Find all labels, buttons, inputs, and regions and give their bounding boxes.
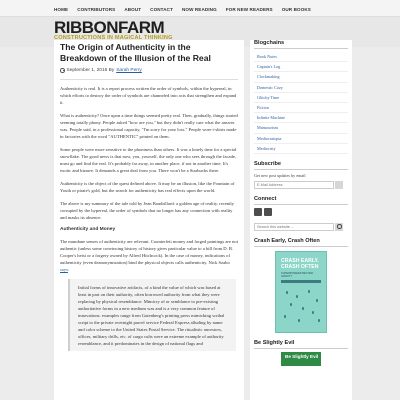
subscribe-widget: Subscribe Get new post updates by email xyxy=(254,161,348,189)
sidebar: Blogchains Book Notes Captain's Log Cloc… xyxy=(250,40,352,400)
paragraph: What is authenticity? Once upon a time t… xyxy=(60,113,238,139)
widget-title: Crash Early, Crash Often xyxy=(254,238,348,247)
slightly-evil-widget: Be Slightly Evil Be Slightly Evil xyxy=(254,340,348,366)
blogchain-item[interactable]: Mediocratopia xyxy=(254,134,348,144)
article-author-link[interactable]: Sarah Perry xyxy=(116,68,142,73)
connect-widget: Connect xyxy=(254,196,348,216)
nav-list: HOME CONTRIBUTORS ABOUT CONTACT NOW READ… xyxy=(0,0,400,12)
paragraph-text: : xyxy=(67,267,70,272)
nav-home[interactable]: HOME xyxy=(54,7,68,12)
paragraph-text: The mundane senses of authenticity are r… xyxy=(60,239,238,265)
article-title: The Origin of Authenticity in the Breakd… xyxy=(60,42,211,63)
book-cover-slightly-evil[interactable]: Be Slightly Evil xyxy=(281,351,321,366)
book-cover-title: Be Slightly Evil xyxy=(285,353,319,359)
nav-contact[interactable]: CONTACT xyxy=(150,7,173,12)
search-icon[interactable] xyxy=(335,222,343,231)
nav-now-reading[interactable]: NOW READING xyxy=(182,7,217,12)
top-navigation: HOME CONTRIBUTORS ABOUT CONTACT NOW READ… xyxy=(0,0,400,17)
quote-text: Initial forms of innovative artifacts, o… xyxy=(78,285,225,346)
widget-title: Be Slightly Evil xyxy=(254,340,348,349)
book-cover-title: CRASH EARLY. CRASH OFTEN xyxy=(281,257,319,270)
paragraph: Authenticity is the object of the quest … xyxy=(60,181,235,193)
social-icons xyxy=(254,207,348,216)
widget-title: Connect xyxy=(254,196,348,205)
blogchain-item[interactable]: Mansourism xyxy=(254,123,348,134)
subscribe-form xyxy=(254,180,348,189)
blogchains-list: Book Notes Captain's Log Clockmaking Dom… xyxy=(254,52,348,154)
widget-title: Blogchains xyxy=(254,40,348,49)
paragraph: Some people were more sensitive to the p… xyxy=(60,147,237,173)
nav-contributors[interactable]: CONTRIBUTORS xyxy=(77,7,115,12)
widget-title: Subscribe xyxy=(254,161,348,170)
article-meta: September 1, 2016 By Sarah Perry xyxy=(60,68,238,73)
article-date: September 1, 2016 By xyxy=(66,68,115,73)
email-field[interactable] xyxy=(254,180,334,189)
site-logo[interactable]: RIBBONFARM CONSTRUCTIONS IN MAGICAL THIN… xyxy=(54,18,173,41)
search-input[interactable] xyxy=(254,222,334,231)
nav-for-new-readers[interactable]: FOR NEW READERS xyxy=(226,7,273,12)
book-cover-band xyxy=(281,279,321,283)
blogchain-item[interactable]: Fiction xyxy=(254,103,348,114)
facebook-icon[interactable] xyxy=(254,207,262,216)
blogchain-item[interactable]: Clockmaking xyxy=(254,72,348,83)
logo-name: RIBBONFARM xyxy=(54,18,165,37)
clock-icon xyxy=(60,68,65,73)
paragraph: The above is my summary of the tale told… xyxy=(60,201,234,220)
search-form xyxy=(254,222,348,231)
article-content: The Origin of Authenticity in the Breakd… xyxy=(54,40,244,400)
nav-our-books[interactable]: OUR BOOKS xyxy=(282,7,311,12)
nav-about[interactable]: ABOUT xyxy=(124,7,141,12)
blogchain-item[interactable]: Book Notes xyxy=(254,52,348,63)
divider xyxy=(60,79,238,80)
blogchain-item[interactable]: Glitchy Time xyxy=(254,93,348,103)
subscribe-button[interactable] xyxy=(335,180,343,189)
twitter-icon[interactable] xyxy=(264,207,272,216)
says-link[interactable]: says xyxy=(60,267,68,272)
book-cover-subtitle: SUPERPOWERS BEYOND GRAVITY xyxy=(281,271,314,279)
book-cover-pattern xyxy=(282,287,320,326)
crash-book-widget: Crash Early, Crash Often CRASH EARLY. CR… xyxy=(254,238,348,333)
blogchains-widget: Blogchains Book Notes Captain's Log Cloc… xyxy=(254,40,348,154)
blogchain-item[interactable]: Domestic Cozy xyxy=(254,83,348,93)
book-cover-crash-early[interactable]: CRASH EARLY. CRASH OFTEN SUPERPOWERS BEY… xyxy=(275,250,327,333)
paragraph: The mundane senses of authenticity are r… xyxy=(60,238,238,273)
blogchain-item[interactable]: Infinite Machine xyxy=(254,113,348,124)
subscribe-text: Get new post updates by email xyxy=(254,172,306,178)
search-widget xyxy=(254,222,348,231)
paragraph: Authenticity is real. It is a report pro… xyxy=(60,86,237,105)
blogchain-item[interactable]: Captain's Log xyxy=(254,62,348,73)
blogchain-item[interactable]: Mediocrity xyxy=(254,144,348,154)
section-heading: Authenticity and Money xyxy=(60,227,116,232)
blockquote: Initial forms of innovative artifacts, o… xyxy=(68,279,236,351)
